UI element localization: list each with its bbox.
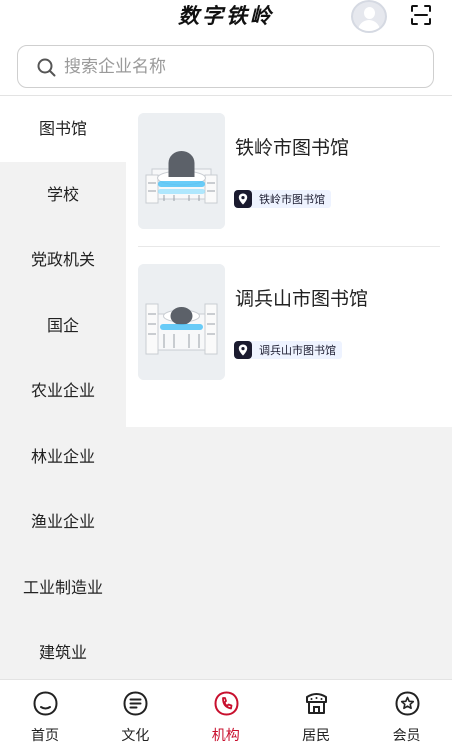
app-page: 数字铁岭 图书馆 学校 党政机关 国企 农业企业 (0, 0, 452, 747)
nav-label-home: 首页 (31, 728, 59, 744)
sidebar-item-agriculture[interactable]: 农业企业 (0, 358, 126, 424)
header: 数字铁岭 (0, 0, 452, 96)
institution-title: 调兵山市图书馆 (235, 288, 369, 310)
institution-tag: 铁岭市图书馆 (234, 190, 331, 208)
search-box[interactable] (17, 45, 434, 88)
sidebar-item-state-enterprise[interactable]: 国企 (0, 293, 126, 359)
sidebar-item-school[interactable]: 学校 (0, 162, 126, 228)
institution-tag-label: 铁岭市图书馆 (259, 193, 325, 206)
resident-icon (306, 693, 328, 714)
card-divider (138, 246, 440, 247)
member-icon (395, 691, 420, 716)
location-icon (234, 190, 252, 208)
nav-item-culture[interactable]: 文化 (90, 680, 180, 747)
user-avatar-icon[interactable] (351, 0, 387, 33)
sidebar-item-manufacturing[interactable]: 工业制造业 (0, 555, 126, 621)
avatar-head (364, 7, 375, 19)
sidebar-item-forestry[interactable]: 林业企业 (0, 424, 126, 490)
sidebar-item-fishery[interactable]: 渔业企业 (0, 489, 126, 555)
nav-item-resident[interactable]: 居民 (271, 680, 361, 747)
library-building-icon (138, 264, 225, 380)
sidebar-item-library[interactable]: 图书馆 (0, 96, 126, 162)
bottom-nav: 首页 文化 机构 居民 会员 (0, 679, 452, 747)
institution-title: 铁岭市图书馆 (235, 137, 350, 159)
scan-icon[interactable] (410, 4, 432, 26)
sidebar-item-construction[interactable]: 建筑业 (0, 620, 126, 679)
nav-label-culture: 文化 (121, 728, 150, 744)
nav-label-institution: 机构 (211, 728, 240, 744)
institution-icon (214, 691, 239, 716)
search-input[interactable] (64, 52, 414, 82)
avatar-body (358, 20, 380, 31)
institution-tag: 调兵山市图书馆 (234, 341, 342, 359)
nav-label-member: 会员 (392, 728, 421, 744)
nav-item-institution[interactable]: 机构 (181, 680, 271, 747)
institution-card[interactable]: 铁岭市图书馆 铁岭市图书馆 (138, 113, 440, 231)
nav-item-home[interactable]: 首页 (0, 680, 90, 747)
location-icon (234, 341, 252, 359)
library-building-icon (138, 113, 225, 229)
category-sidebar: 图书馆 学校 党政机关 国企 农业企业 林业企业 渔业企业 工业制造业 建筑业 (0, 96, 126, 679)
home-icon (33, 691, 58, 716)
institution-list: 铁岭市图书馆 铁岭市图书馆 调兵山市图书馆 调兵山市图书馆 (126, 96, 452, 427)
nav-item-member[interactable]: 会员 (362, 680, 452, 747)
institution-tag-label: 调兵山市图书馆 (259, 344, 336, 357)
search-icon (37, 58, 56, 77)
sidebar-item-government[interactable]: 党政机关 (0, 227, 126, 293)
nav-label-resident: 居民 (302, 728, 331, 744)
culture-icon (123, 691, 148, 716)
institution-card[interactable]: 调兵山市图书馆 调兵山市图书馆 (138, 264, 440, 382)
